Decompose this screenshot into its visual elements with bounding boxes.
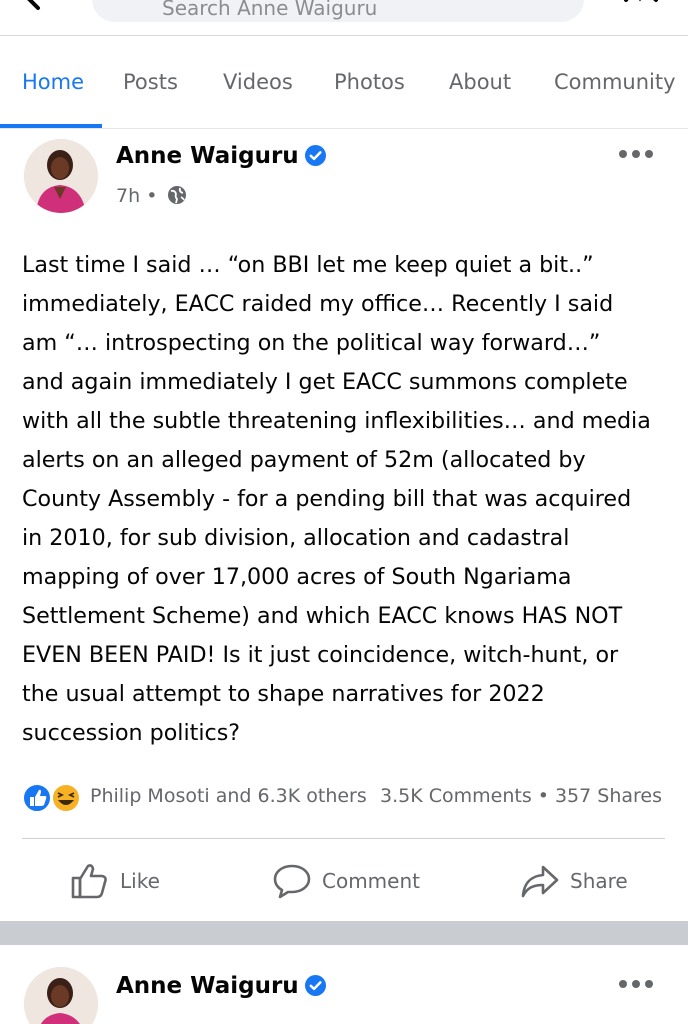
comment-label: Comment bbox=[322, 869, 420, 893]
post-body: Last time I said … “on BBI let me keep q… bbox=[22, 246, 672, 753]
verified-badge-icon bbox=[304, 975, 326, 996]
more-options-icon[interactable] bbox=[618, 977, 654, 991]
haha-reaction-icon bbox=[51, 783, 81, 813]
post-time[interactable]: 7h bbox=[116, 185, 140, 207]
post-text-line: mapping of over 17,000 acres of South Ng… bbox=[22, 564, 572, 590]
avatar[interactable] bbox=[24, 967, 98, 1024]
verified-badge-icon bbox=[304, 145, 326, 166]
page-tabs: Home Posts Videos Photos About Community bbox=[0, 36, 688, 128]
meta-separator: • bbox=[146, 185, 158, 207]
post-text-line: County Assembly - for a pending bill tha… bbox=[22, 486, 632, 512]
back-arrow-icon[interactable] bbox=[22, 0, 58, 16]
more-options-icon[interactable] bbox=[618, 147, 654, 161]
post-text-line: EVEN BEEN PAID! Is it just coincidence, … bbox=[22, 642, 619, 668]
like-button[interactable]: Like bbox=[70, 857, 160, 905]
post-text-line: Last time I said … “on BBI let me keep q… bbox=[22, 252, 594, 278]
like-reaction-icon bbox=[22, 783, 52, 813]
post-text-line: immediately, EACC raided my office… Rece… bbox=[22, 291, 614, 317]
comments-count[interactable]: 3.5K Comments bbox=[380, 785, 532, 807]
profile-photo bbox=[24, 967, 98, 1024]
globe-icon bbox=[168, 186, 187, 204]
like-label: Like bbox=[120, 869, 160, 893]
post-card: Anne Waiguru 7h • Last time I said … “on… bbox=[0, 129, 688, 921]
engagement-counts: 3.5K Comments • 357 Shares bbox=[380, 785, 662, 807]
like-icon bbox=[71, 864, 107, 899]
post-text-line: Settlement Scheme) and which EACC knows … bbox=[22, 603, 623, 629]
post-author[interactable]: Anne Waiguru bbox=[116, 143, 326, 169]
post-meta: 7h • bbox=[116, 185, 187, 207]
messenger-icon[interactable] bbox=[624, 0, 658, 16]
feed-separator bbox=[0, 921, 688, 945]
share-icon bbox=[521, 865, 559, 898]
post-text-line: and again immediately I get EACC summons… bbox=[22, 369, 628, 395]
post-text-line: succession politics? bbox=[22, 720, 241, 746]
tab-videos[interactable]: Videos bbox=[223, 70, 293, 94]
top-search-bar: Search Anne Waiguru bbox=[0, 0, 688, 36]
counts-separator: • bbox=[537, 785, 549, 807]
comment-button[interactable]: Comment bbox=[272, 857, 420, 905]
profile-photo bbox=[24, 139, 98, 213]
search-input[interactable]: Search Anne Waiguru bbox=[92, 0, 584, 22]
post-text-line: am “… introspecting on the political way… bbox=[22, 330, 601, 356]
post-card: Anne Waiguru bbox=[0, 945, 688, 1024]
tab-about[interactable]: About bbox=[449, 70, 511, 94]
reaction-icons[interactable] bbox=[22, 783, 86, 813]
post-author[interactable]: Anne Waiguru bbox=[116, 973, 326, 999]
author-name: Anne Waiguru bbox=[116, 143, 299, 169]
post-text-line: the usual attempt to shape narratives fo… bbox=[22, 681, 545, 707]
post-text-line: alerts on an alleged payment of 52m (all… bbox=[22, 447, 586, 473]
tab-posts[interactable]: Posts bbox=[123, 70, 178, 94]
shares-count[interactable]: 357 Shares bbox=[555, 785, 662, 807]
post-text-line: in 2010, for sub division, allocation an… bbox=[22, 525, 570, 551]
post-text-line: with all the subtle threatening inflexib… bbox=[22, 408, 651, 434]
share-button[interactable]: Share bbox=[520, 857, 628, 905]
reactions-names[interactable]: Philip Mosoti and 6.3K others bbox=[90, 785, 367, 807]
share-label: Share bbox=[570, 869, 628, 893]
tab-photos[interactable]: Photos bbox=[334, 70, 405, 94]
search-placeholder: Search Anne Waiguru bbox=[162, 0, 378, 20]
reactions-summary: Philip Mosoti and 6.3K others 3.5K Comme… bbox=[22, 781, 668, 815]
comment-icon bbox=[273, 864, 311, 899]
avatar[interactable] bbox=[24, 139, 98, 213]
tab-home[interactable]: Home bbox=[22, 70, 84, 94]
actions-divider bbox=[22, 838, 665, 839]
author-name: Anne Waiguru bbox=[116, 973, 299, 999]
tab-community[interactable]: Community bbox=[554, 70, 676, 94]
